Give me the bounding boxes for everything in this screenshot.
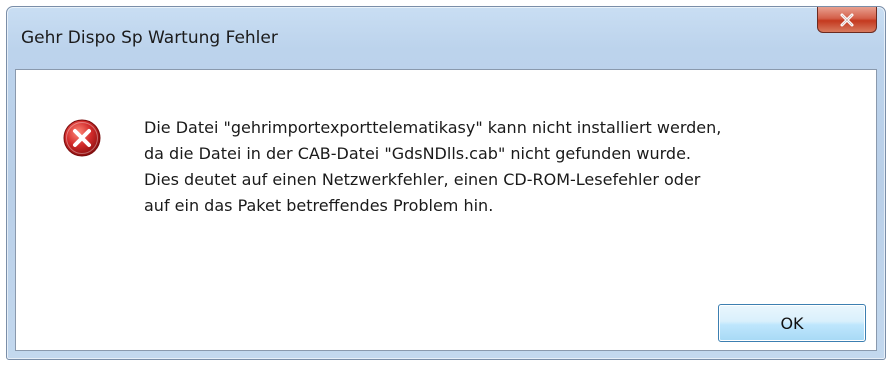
title-bar[interactable]: Gehr Dispo Sp Wartung Fehler <box>7 7 885 67</box>
error-dialog-window: Gehr Dispo Sp Wartung Fehler Die Datei "… <box>6 6 886 360</box>
ok-button[interactable]: OK <box>718 304 866 342</box>
message-line: Die Datei "gehrimportexporttelematikasy"… <box>144 118 722 137</box>
close-icon <box>840 13 854 26</box>
window-title: Gehr Dispo Sp Wartung Fehler <box>21 28 278 48</box>
error-message: Die Datei "gehrimportexporttelematikasy"… <box>144 115 844 219</box>
message-line: da die Datei in der CAB-Datei "GdsNDlls.… <box>144 144 692 163</box>
message-line: Dies deutet auf einen Netzwerkfehler, ei… <box>144 170 701 189</box>
error-icon <box>63 119 101 157</box>
message-line: auf ein das Paket betreffendes Problem h… <box>144 196 494 215</box>
close-button[interactable] <box>817 7 877 33</box>
dialog-content: Die Datei "gehrimportexporttelematikasy"… <box>15 69 877 351</box>
